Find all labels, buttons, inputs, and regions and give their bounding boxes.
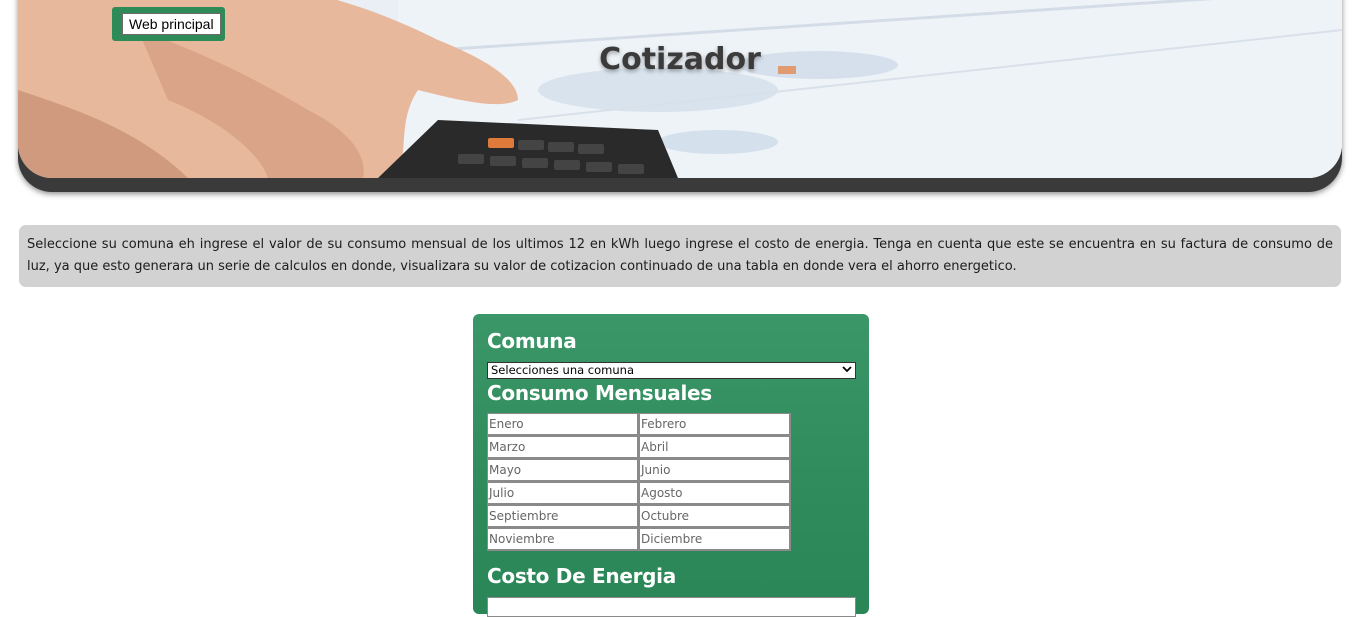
costo-heading: Costo De Energia	[487, 564, 676, 588]
comuna-heading: Comuna	[487, 329, 577, 353]
month-input-febrero[interactable]: Febrero	[639, 413, 791, 436]
month-input-octubre[interactable]: Octubre	[639, 505, 791, 528]
month-input-junio[interactable]: Junio	[639, 459, 791, 482]
costo-energia-input[interactable]	[487, 597, 856, 617]
month-input-abril[interactable]: Abril	[639, 436, 791, 459]
web-principal-button-frame: Web principal	[112, 7, 225, 41]
page-title: Cotizador	[599, 42, 761, 77]
instructions-box: Seleccione su comuna eh ingrese el valor…	[19, 225, 1341, 287]
web-principal-button[interactable]: Web principal	[122, 13, 221, 35]
month-input-agosto[interactable]: Agosto	[639, 482, 791, 505]
month-input-julio[interactable]: Julio	[487, 482, 639, 505]
month-input-noviembre[interactable]: Noviembre	[487, 528, 639, 551]
month-input-diciembre[interactable]: Diciembre	[639, 528, 791, 551]
consumo-heading: Consumo Mensuales	[487, 381, 712, 405]
instructions-text: Seleccione su comuna eh ingrese el valor…	[27, 237, 1333, 274]
chevron-down-icon	[842, 364, 852, 377]
comuna-select-value: Selecciones una comuna	[491, 363, 634, 377]
month-input-marzo[interactable]: Marzo	[487, 436, 639, 459]
comuna-select[interactable]: Selecciones una comuna	[487, 362, 856, 379]
quote-form: Comuna Selecciones una comuna Consumo Me…	[473, 314, 869, 617]
monthly-consumption-grid: Enero Febrero Marzo Abril Mayo Junio Jul…	[487, 413, 791, 551]
month-input-enero[interactable]: Enero	[487, 413, 639, 436]
month-input-mayo[interactable]: Mayo	[487, 459, 639, 482]
month-input-septiembre[interactable]: Septiembre	[487, 505, 639, 528]
